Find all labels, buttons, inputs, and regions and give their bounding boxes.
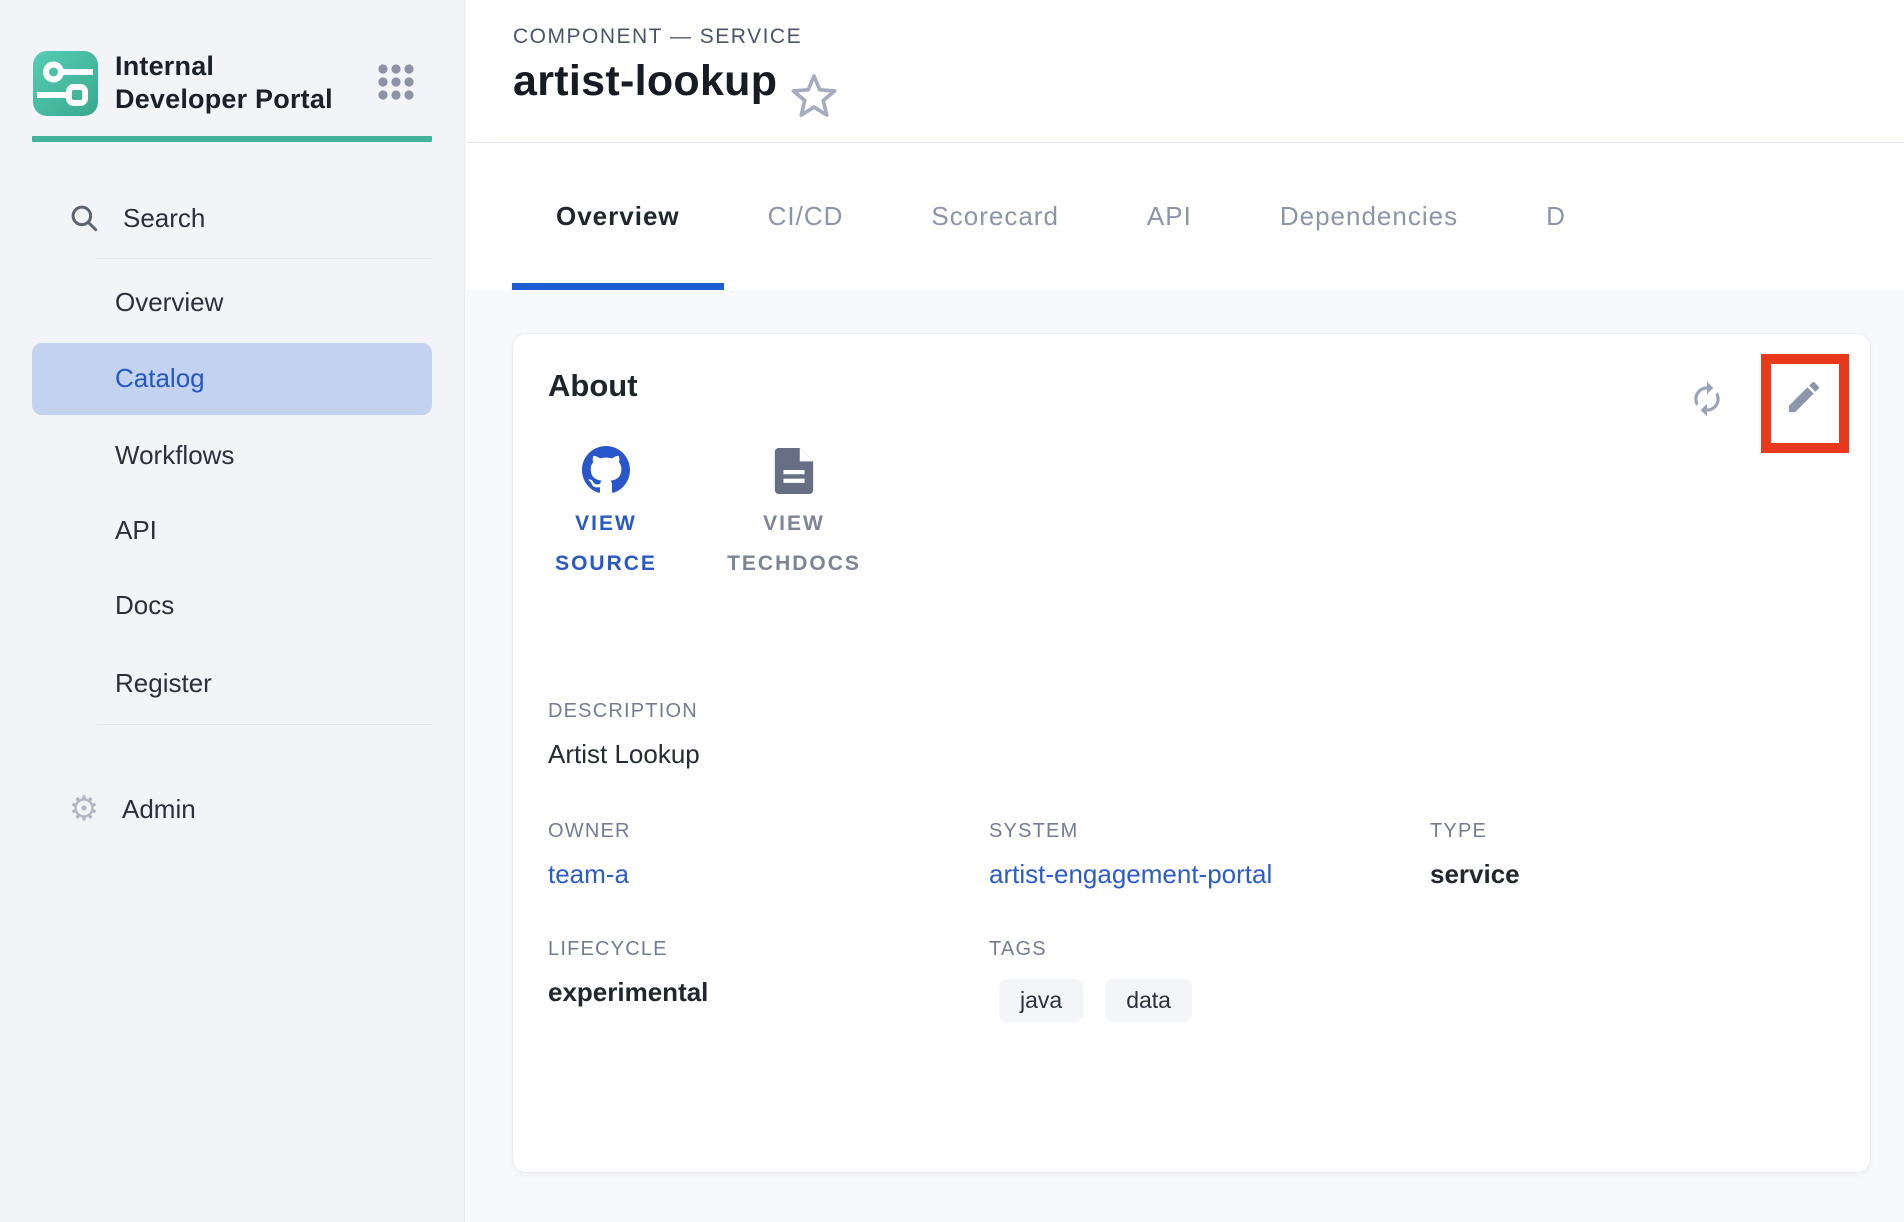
- field-type: TYPE service: [1430, 820, 1520, 890]
- portal-title: Internal Developer Portal: [115, 50, 345, 116]
- tab-bar: Overview CI/CD Scorecard API Dependencie…: [512, 142, 1566, 290]
- tab-dependencies[interactable]: Dependencies: [1236, 142, 1502, 290]
- tab-overview[interactable]: Overview: [512, 142, 724, 290]
- sidebar-item-search[interactable]: Search: [0, 198, 465, 238]
- about-links: VIEW SOURCE: [542, 444, 882, 584]
- about-fields-row: OWNER team-a SYSTEM artist-engagement-po…: [548, 820, 1520, 890]
- view-techdocs-link[interactable]: VIEW TECHDOCS: [706, 444, 882, 584]
- about-card-title: About: [548, 368, 638, 404]
- brand: Internal Developer Portal: [33, 50, 345, 116]
- sidebar-item-label: Docs: [115, 590, 174, 621]
- sidebar-item-label: Catalog: [115, 363, 205, 394]
- tab-cicd[interactable]: CI/CD: [724, 142, 888, 290]
- github-icon: [582, 444, 630, 494]
- sidebar-item-overview[interactable]: Overview: [0, 282, 465, 322]
- tab-docs-clipped[interactable]: D: [1502, 142, 1566, 290]
- sidebar-item-workflows[interactable]: Workflows: [0, 435, 465, 475]
- sidebar-item-catalog[interactable]: Catalog: [0, 358, 465, 398]
- about-fields-row: LIFECYCLE experimental TAGS java data: [548, 938, 1430, 1022]
- tags-list: java data: [999, 979, 1430, 1022]
- search-icon: [66, 200, 102, 236]
- field-label: SYSTEM: [989, 820, 1430, 843]
- field-value: experimental: [548, 977, 989, 1008]
- sidebar-item-label: Workflows: [115, 440, 234, 471]
- view-source-label: VIEW SOURCE: [555, 504, 657, 584]
- sidebar-divider: [97, 724, 432, 725]
- sidebar-item-register[interactable]: Register: [0, 663, 465, 703]
- field-system: SYSTEM artist-engagement-portal: [989, 820, 1430, 890]
- field-value: Artist Lookup: [548, 739, 700, 770]
- sidebar-item-label: Register: [115, 668, 212, 699]
- owner-link[interactable]: team-a: [548, 859, 989, 890]
- main-area: COMPONENT — SERVICE artist-lookup Overvi…: [466, 0, 1904, 1222]
- field-value: service: [1430, 859, 1520, 890]
- tag-chip[interactable]: data: [1105, 979, 1192, 1022]
- sidebar: Internal Developer Portal Search Overvie…: [0, 0, 465, 1222]
- edit-icon[interactable]: [1784, 377, 1824, 417]
- field-tags: TAGS java data: [989, 938, 1430, 1022]
- sidebar-divider: [97, 258, 432, 259]
- field-label: TYPE: [1430, 820, 1520, 843]
- sidebar-item-label: API: [115, 515, 157, 546]
- entity-header: COMPONENT — SERVICE artist-lookup Overvi…: [466, 0, 1904, 290]
- sidebar-item-docs[interactable]: Docs: [0, 585, 465, 625]
- app-root: Internal Developer Portal Search Overvie…: [0, 0, 1904, 1222]
- favorite-star-icon[interactable]: [788, 70, 840, 122]
- field-label: DESCRIPTION: [548, 700, 700, 723]
- field-lifecycle: LIFECYCLE experimental: [548, 938, 989, 1022]
- brand-underline: [32, 136, 432, 142]
- field-label: OWNER: [548, 820, 989, 843]
- tab-scorecard[interactable]: Scorecard: [887, 142, 1103, 290]
- sidebar-item-label: Admin: [122, 794, 196, 825]
- sidebar-item-label: Search: [123, 203, 205, 234]
- sidebar-item-admin[interactable]: ⚙ Admin: [0, 789, 465, 829]
- field-owner: OWNER team-a: [548, 820, 989, 890]
- portal-logo-icon: [33, 51, 98, 116]
- sidebar-item-label: Overview: [115, 287, 223, 318]
- tag-chip[interactable]: java: [999, 979, 1083, 1022]
- tab-api[interactable]: API: [1103, 142, 1236, 290]
- techdocs-icon: [774, 444, 814, 494]
- field-description: DESCRIPTION Artist Lookup: [548, 700, 700, 770]
- about-card: About: [512, 333, 1871, 1173]
- view-techdocs-label: VIEW TECHDOCS: [727, 504, 861, 584]
- sidebar-item-api[interactable]: API: [0, 510, 465, 550]
- field-label: LIFECYCLE: [548, 938, 989, 961]
- field-label: TAGS: [989, 938, 1430, 961]
- page-title: artist-lookup: [513, 57, 777, 106]
- refresh-icon[interactable]: [1687, 379, 1727, 419]
- view-source-link[interactable]: VIEW SOURCE: [542, 444, 670, 584]
- entity-kind-breadcrumb: COMPONENT — SERVICE: [513, 25, 802, 49]
- tab-content: About: [466, 290, 1904, 1222]
- apps-grid-icon[interactable]: [377, 63, 415, 101]
- system-link[interactable]: artist-engagement-portal: [989, 859, 1430, 890]
- gear-icon: ⚙: [66, 791, 102, 827]
